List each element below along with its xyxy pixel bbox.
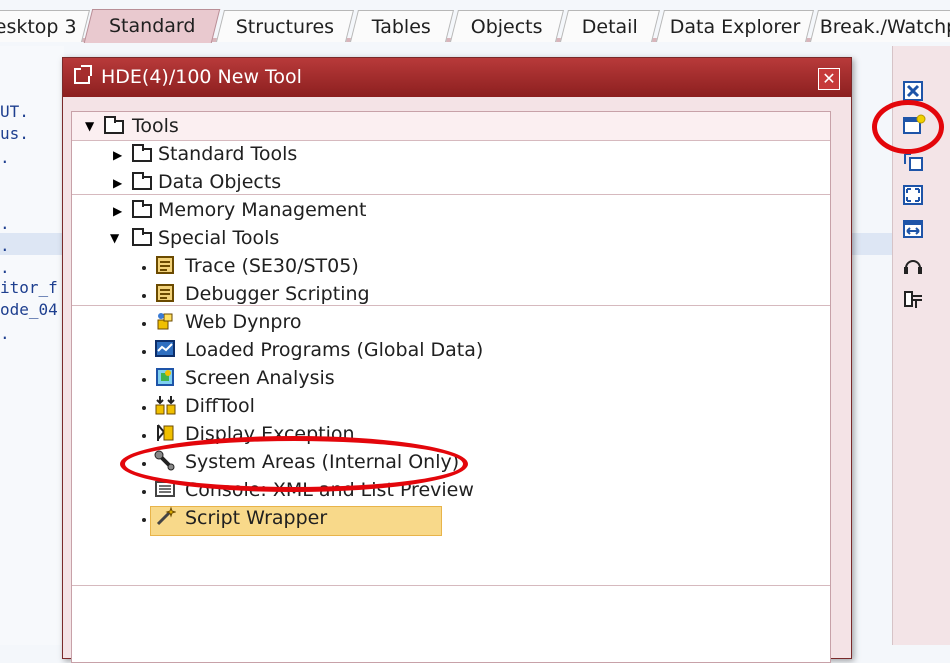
new-tool-dialog: HDE(4)/100 New Tool ✕ ▼ Tools ▶ Standard… [62,57,852,663]
current-line-highlight-right [850,233,892,255]
code-line: UT. [0,102,29,121]
tab-tables[interactable]: Tables [350,10,454,42]
code-line: . [0,324,10,343]
tool-debugger-scripting[interactable]: Debugger Scripting [185,281,370,307]
code-line: . [0,214,10,233]
tab-objects[interactable]: Objects [450,10,564,42]
tab-data-explorer[interactable]: Data Explorer [656,10,814,42]
tree-header [72,112,830,141]
leaf-bullet [142,350,146,354]
close-icon: ✕ [822,69,836,88]
code-line: itor_f [0,278,58,297]
expand-arrow-icon[interactable]: ▼ [85,119,94,133]
code-line: us. [0,124,29,143]
diff-icon [154,394,176,416]
script-icon [154,254,176,276]
tree-node-standard-tools[interactable]: Standard Tools [158,141,297,167]
open-folder-icon [132,228,152,246]
tab-desktop-3[interactable]: esktop 3 [0,10,90,42]
tool-script-wrapper[interactable]: Script Wrapper [185,505,327,531]
web-dynpro-icon [154,310,176,332]
tool-screen-analysis[interactable]: Screen Analysis [185,365,335,391]
script-icon [154,282,176,304]
tool-web-dynpro[interactable]: Web Dynpro [185,309,301,335]
code-line: . [0,236,10,255]
tab-structures[interactable]: Structures [216,10,354,42]
headset-icon[interactable] [902,254,924,276]
tool-difftool[interactable]: DiffTool [185,393,255,419]
new-window-icon [74,65,92,84]
screen-icon [154,366,176,388]
tree-node-special-tools[interactable]: Special Tools [158,225,279,251]
open-folder-icon [104,116,124,134]
tab-strip: esktop 3 Standard Structures Tables Obje… [0,0,950,43]
tab-detail[interactable]: Detail [560,10,660,42]
code-line: ode_04 [0,300,58,319]
folder-icon [132,144,152,162]
leaf-bullet [142,322,146,326]
maximize-icon[interactable] [902,184,924,206]
dialog-title: HDE(4)/100 New Tool [101,66,302,88]
leaf-bullet [142,294,146,298]
monitor-icon [154,338,176,360]
code-line: . [0,148,10,167]
resize-icon[interactable] [902,218,924,240]
leaf-bullet [142,406,146,410]
leaf-bullet [142,378,146,382]
code-line: . [0,258,10,277]
dialog-close-button[interactable]: ✕ [818,68,840,90]
tool-tree-panel[interactable]: ▼ Tools ▶ Standard Tools ▶ Data Objects … [71,111,831,663]
services-icon[interactable] [902,288,924,310]
tab-breakpoints-watchpoints[interactable]: Break./Watchp [810,10,950,42]
folder-icon [132,172,152,190]
annotation-circle-system-areas [120,436,468,492]
folder-icon [132,200,152,218]
tool-loaded-programs[interactable]: Loaded Programs (Global Data) [185,337,483,363]
expand-arrow-icon[interactable]: ▼ [110,231,119,245]
annotation-circle-toolbar [872,100,944,154]
separator [72,585,830,586]
dialog-titlebar[interactable]: HDE(4)/100 New Tool ✕ [63,58,851,97]
leaf-bullet [142,266,146,270]
tab-standard[interactable]: Standard [83,9,221,43]
tree-node-memory-management[interactable]: Memory Management [158,197,366,223]
tree-node-tools[interactable]: Tools [132,113,179,139]
leaf-bullet [142,518,146,522]
exception-icon [154,422,176,444]
tool-trace[interactable]: Trace (SE30/ST05) [185,253,359,279]
collapse-arrow-icon[interactable]: ▶ [113,176,122,190]
close-icon[interactable] [902,80,924,102]
tree-node-data-objects[interactable]: Data Objects [158,169,281,195]
wand-icon [154,506,177,528]
leaf-bullet [142,490,146,494]
leaf-bullet [142,434,146,438]
collapse-arrow-icon[interactable]: ▶ [113,204,122,218]
collapse-arrow-icon[interactable]: ▶ [113,148,122,162]
